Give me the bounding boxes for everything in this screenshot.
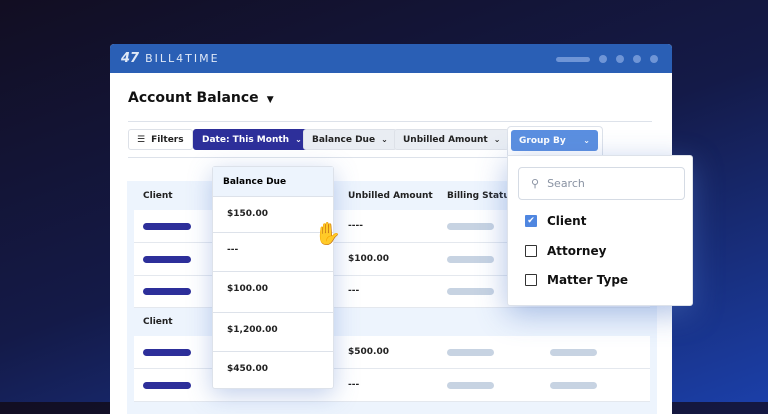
- filters-button[interactable]: ☰ Filters: [128, 129, 193, 150]
- window-control-bar[interactable]: [556, 56, 590, 62]
- page-title-text: Account Balance: [128, 90, 259, 106]
- chevron-down-icon: ⌄: [295, 135, 302, 144]
- status-pill: [447, 349, 494, 356]
- unbilled-amount-label: Unbilled Amount: [403, 134, 488, 145]
- unbilled-value: ---: [348, 380, 360, 390]
- balance-due-column-dragging[interactable]: Balance Due $150.00 --- $100.00 $1,200.0…: [212, 166, 334, 389]
- balance-due-button[interactable]: Balance Due ⌄: [303, 129, 397, 150]
- client-pill: [143, 382, 191, 389]
- status-pill: [550, 349, 597, 356]
- window-control-dot[interactable]: [633, 55, 641, 63]
- balance-cell: $450.00: [227, 364, 268, 374]
- status-pill: [447, 256, 494, 263]
- group-by-label: Group By: [519, 135, 566, 146]
- balance-cell: $1,200.00: [213, 313, 333, 352]
- grab-hand-cursor-icon: ✋: [314, 222, 342, 247]
- option-attorney[interactable]: Attorney: [525, 244, 606, 258]
- option-label: Attorney: [547, 244, 607, 258]
- client-pill: [143, 349, 191, 356]
- balance-due-header: Balance Due: [213, 167, 333, 197]
- filters-label: Filters: [151, 134, 184, 145]
- status-pill: [447, 288, 494, 295]
- option-client[interactable]: ✔ Client: [525, 214, 586, 228]
- brand-name: BILL4TIME: [145, 52, 220, 65]
- divider: [128, 121, 652, 122]
- header-billing-status: Billing Status: [447, 191, 516, 201]
- unbilled-value: $100.00: [348, 254, 389, 264]
- search-icon: ⚲: [531, 177, 540, 190]
- group-by-button[interactable]: Group By ⌄: [511, 130, 598, 151]
- search-input[interactable]: ⚲ Search: [518, 167, 685, 200]
- client-pill: [143, 223, 191, 230]
- balance-due-label: Balance Due: [312, 134, 376, 145]
- chevron-down-icon: ⌄: [583, 136, 590, 145]
- chevron-down-icon: ▼: [266, 95, 274, 105]
- unbilled-value: $500.00: [348, 347, 389, 357]
- window-control-dot[interactable]: [616, 55, 624, 63]
- header-unbilled: Unbilled Amount: [348, 191, 433, 201]
- checkbox[interactable]: [525, 274, 537, 286]
- unbilled-value: ---: [348, 286, 360, 296]
- search-placeholder: Search: [547, 177, 585, 190]
- checkbox[interactable]: [525, 245, 537, 257]
- title-bar: 47 BILL4TIME: [110, 44, 672, 73]
- client-pill: [143, 256, 191, 263]
- option-label: Client: [547, 214, 587, 228]
- unbilled-value: ----: [348, 221, 363, 231]
- option-matter-type[interactable]: Matter Type: [525, 273, 628, 287]
- sliders-icon: ☰: [137, 134, 146, 145]
- header-client: Client: [143, 191, 173, 201]
- group-by-dropdown: ⚲ Search ✔ Client Attorney Matter Type: [507, 155, 693, 306]
- chevron-down-icon: ⌄: [493, 135, 501, 144]
- window-controls: [556, 55, 658, 63]
- page-title[interactable]: Account Balance ▼: [128, 90, 274, 106]
- status-pill: [550, 382, 597, 389]
- option-label: Matter Type: [547, 273, 629, 287]
- unbilled-amount-button[interactable]: Unbilled Amount ⌄: [394, 129, 510, 150]
- bill4time-logo: 47: [121, 51, 140, 66]
- date-filter-label: Date: This Month: [202, 134, 290, 145]
- group-header-client: Client: [143, 317, 173, 327]
- client-pill: [143, 288, 191, 295]
- chevron-down-icon: ⌄: [381, 135, 388, 144]
- status-pill: [447, 223, 494, 230]
- window-control-dot[interactable]: [650, 55, 658, 63]
- checkbox-checked[interactable]: ✔: [525, 215, 537, 227]
- window-control-dot[interactable]: [599, 55, 607, 63]
- date-filter-button[interactable]: Date: This Month ⌄: [193, 129, 311, 150]
- balance-cell: $100.00: [213, 272, 333, 313]
- status-pill: [447, 382, 494, 389]
